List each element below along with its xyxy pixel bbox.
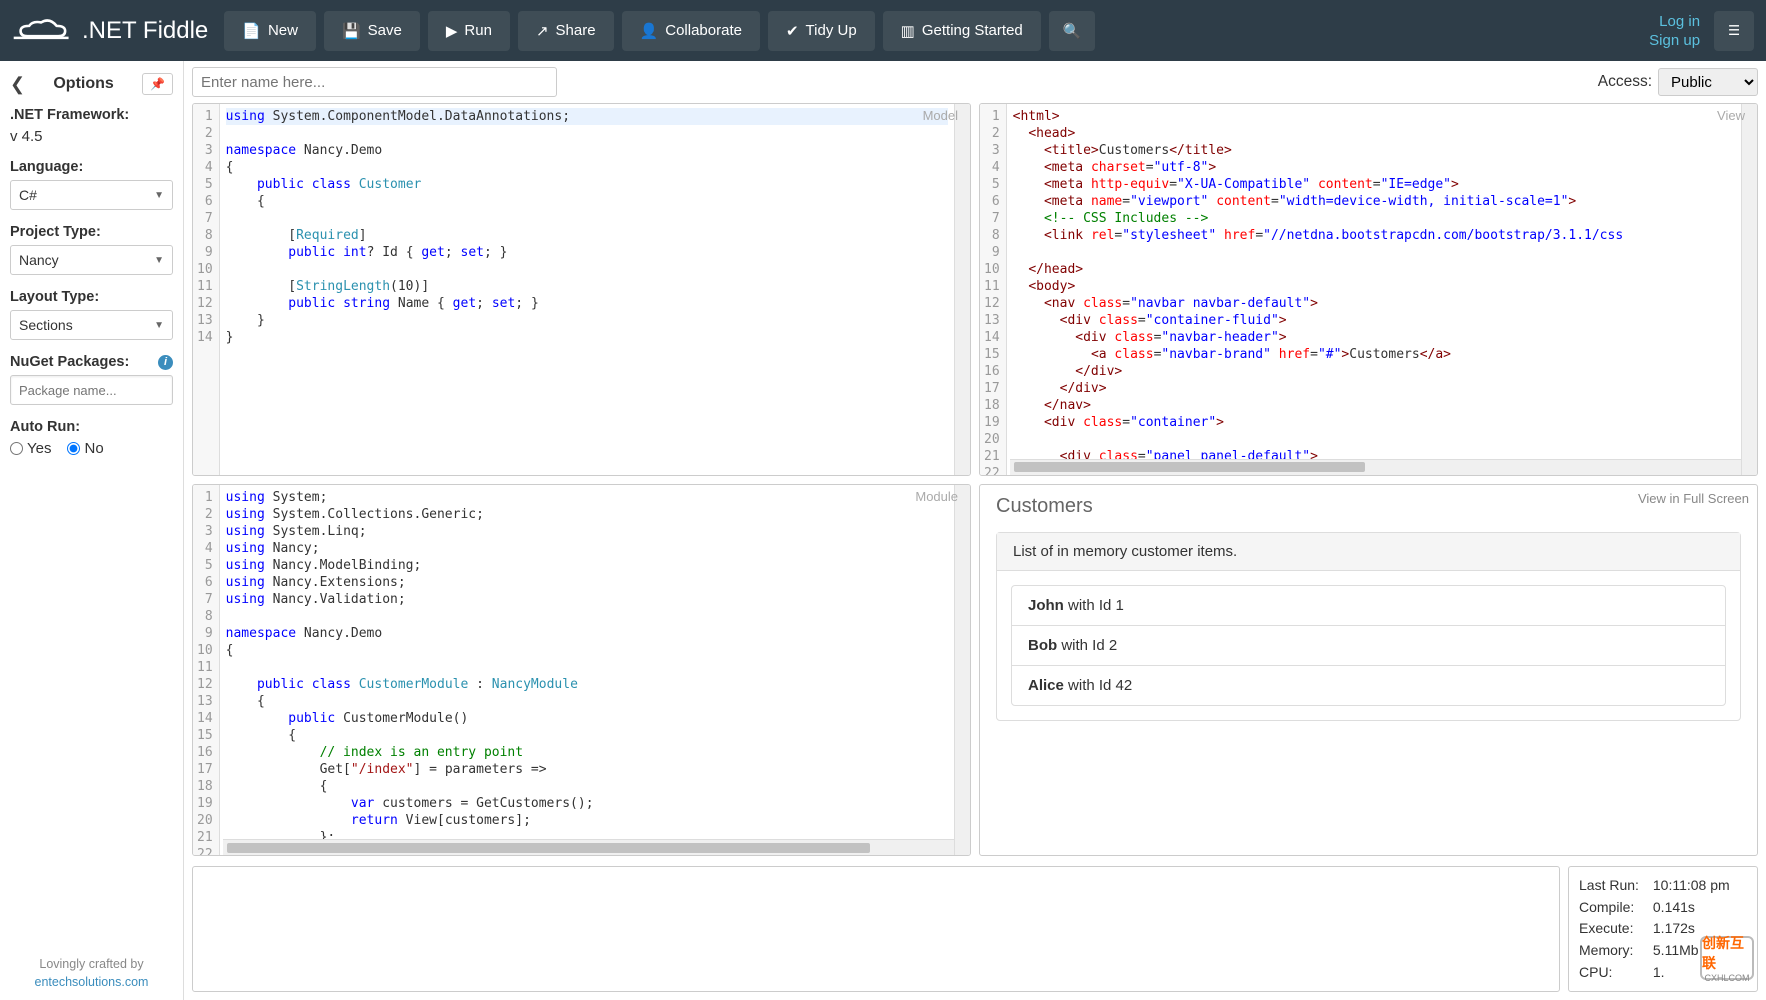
pin-button[interactable]: 📌 xyxy=(142,73,173,95)
module-editor[interactable]: using System; using System.Collections.G… xyxy=(220,485,954,856)
output-panel: View in Full Screen Customers List of in… xyxy=(979,484,1758,857)
chevron-down-icon: ▼ xyxy=(154,255,164,266)
output-card: List of in memory customer items. John w… xyxy=(996,532,1741,721)
save-icon: 💾 xyxy=(342,22,361,40)
file-icon: 📄 xyxy=(242,22,261,40)
module-panel: Module 123456789101112131415161718192021… xyxy=(192,484,971,857)
scrollbar-vertical[interactable] xyxy=(1741,104,1757,475)
panel-label-view: View xyxy=(1717,108,1745,123)
autorun-label: Auto Run: xyxy=(10,419,173,435)
collaborate-button[interactable]: 👤Collaborate xyxy=(622,11,760,51)
panel-label-model: Model xyxy=(923,108,958,123)
chevron-down-icon: ▼ xyxy=(154,190,164,201)
list-item: John with Id 1 xyxy=(1012,586,1725,626)
footer-note: Lovingly crafted by entechsolutions.com xyxy=(0,955,183,993)
console-panel[interactable] xyxy=(192,866,1560,992)
line-gutter: 123456789101112131415161718192021222324 xyxy=(980,104,1007,475)
tidy-button[interactable]: ✔Tidy Up xyxy=(768,11,875,51)
scrollbar-horizontal[interactable] xyxy=(223,839,954,855)
logo-text: .NET Fiddle xyxy=(82,17,208,45)
login-link[interactable]: Log in xyxy=(1659,13,1700,30)
view-panel: View 12345678910111213141516171819202122… xyxy=(979,103,1758,476)
info-icon[interactable]: i xyxy=(158,355,173,370)
language-select[interactable]: C#▼ xyxy=(10,180,173,210)
navbar: .NET Fiddle 📄New 💾Save ▶Run ↗Share 👤Coll… xyxy=(0,0,1766,61)
output-title: Customers xyxy=(996,495,1741,518)
fiddle-name-input[interactable] xyxy=(192,67,557,97)
topbar: Access: Public xyxy=(184,61,1766,103)
hamburger-icon: ☰ xyxy=(1728,23,1740,38)
chevron-down-icon: ▼ xyxy=(154,320,164,331)
search-button[interactable]: 🔍 xyxy=(1049,11,1096,51)
new-button[interactable]: 📄New xyxy=(224,11,316,51)
output-card-heading: List of in memory customer items. xyxy=(997,533,1740,571)
customer-list: John with Id 1Bob with Id 2Alice with Id… xyxy=(1011,585,1726,706)
save-button[interactable]: 💾Save xyxy=(324,11,420,51)
user-icon: 👤 xyxy=(640,22,659,40)
list-item: Bob with Id 2 xyxy=(1012,626,1725,666)
scrollbar-vertical[interactable] xyxy=(954,104,970,475)
signup-link[interactable]: Sign up xyxy=(1649,32,1700,49)
line-gutter: 1234567891011121314 xyxy=(193,104,220,475)
language-label: Language: xyxy=(10,159,173,175)
watermark: 创新互联 CXHLCOM xyxy=(1700,936,1754,980)
layout-type-label: Layout Type: xyxy=(10,289,173,305)
back-icon[interactable]: ❮ xyxy=(10,74,25,95)
search-icon: 🔍 xyxy=(1063,22,1082,40)
autorun-yes[interactable]: Yes xyxy=(10,440,51,457)
line-gutter: 123456789101112131415161718192021222324 xyxy=(193,485,220,856)
nuget-label: NuGet Packages:i xyxy=(10,354,173,370)
logo[interactable]: .NET Fiddle xyxy=(12,17,216,45)
check-icon: ✔ xyxy=(786,22,799,40)
project-type-label: Project Type: xyxy=(10,224,173,240)
framework-value: v 4.5 xyxy=(10,128,173,145)
autorun-no[interactable]: No xyxy=(67,440,103,457)
run-button[interactable]: ▶Run xyxy=(428,11,510,51)
share-button[interactable]: ↗Share xyxy=(518,11,614,51)
share-icon: ↗ xyxy=(536,22,549,40)
model-editor[interactable]: using System.ComponentModel.DataAnnotati… xyxy=(220,104,954,475)
book-icon: ▥ xyxy=(901,22,915,40)
scrollbar-horizontal[interactable] xyxy=(1010,459,1741,475)
play-icon: ▶ xyxy=(446,22,458,40)
entech-link[interactable]: entechsolutions.com xyxy=(35,975,149,989)
scrollbar-vertical[interactable] xyxy=(954,485,970,856)
framework-label: .NET Framework: xyxy=(10,107,173,123)
project-type-select[interactable]: Nancy▼ xyxy=(10,245,173,275)
layout-type-select[interactable]: Sections▼ xyxy=(10,310,173,340)
access-select[interactable]: Public xyxy=(1658,68,1758,96)
view-editor[interactable]: <html> <head> <title>Customers</title> <… xyxy=(1007,104,1741,475)
getting-started-button[interactable]: ▥Getting Started xyxy=(883,11,1041,51)
list-item: Alice with Id 42 xyxy=(1012,666,1725,705)
logo-icon xyxy=(12,19,72,43)
nuget-input[interactable] xyxy=(10,375,173,405)
auth-links: Log in Sign up xyxy=(1643,13,1706,49)
fullscreen-link[interactable]: View in Full Screen xyxy=(1638,491,1749,506)
panel-label-module: Module xyxy=(915,489,958,504)
sidebar-title: Options xyxy=(53,75,113,93)
access-label: Access: xyxy=(1598,73,1652,91)
model-panel: Model 1234567891011121314 using System.C… xyxy=(192,103,971,476)
menu-button[interactable]: ☰ xyxy=(1714,11,1754,51)
sidebar: ❮ Options 📌 .NET Framework: v 4.5 Langua… xyxy=(0,61,184,1000)
